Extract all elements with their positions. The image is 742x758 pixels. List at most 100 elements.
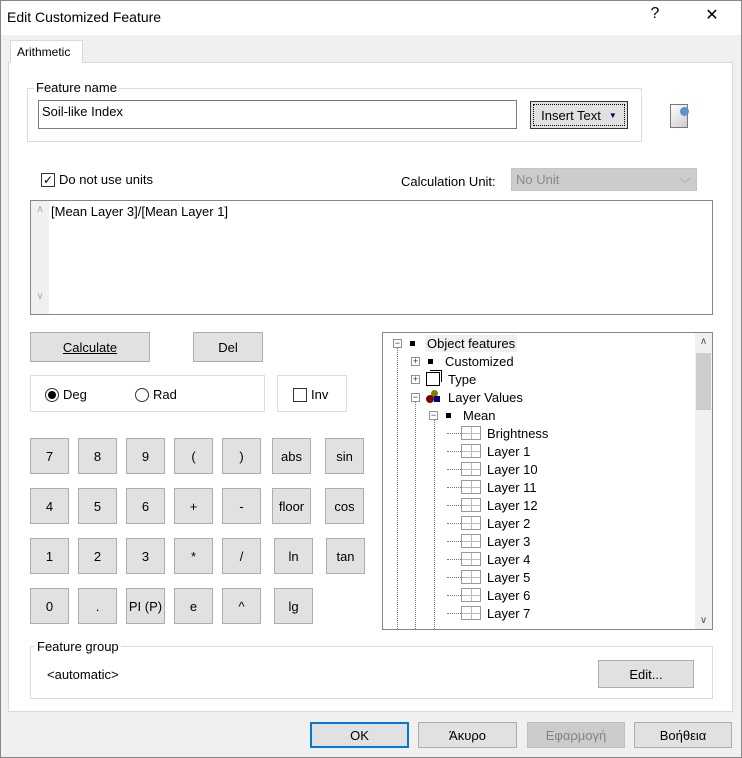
expression-scrollbar[interactable]: ∧ ∨	[31, 201, 49, 314]
tree-connector	[447, 594, 461, 596]
tree-connector	[447, 576, 461, 578]
key-button[interactable]: lg	[274, 588, 313, 624]
key-button[interactable]: .	[78, 588, 117, 624]
key-button[interactable]: tan	[326, 538, 365, 574]
tree-item[interactable]: Layer 1	[447, 442, 532, 460]
key-button[interactable]: 6	[126, 488, 165, 524]
chart-icon	[461, 462, 481, 476]
scroll-down-icon[interactable]: ∨	[695, 615, 712, 626]
rad-radio[interactable]: Rad	[135, 387, 177, 402]
key-button[interactable]: *	[174, 538, 213, 574]
key-button[interactable]: /	[222, 538, 261, 574]
tree-item[interactable]: Layer 7	[447, 604, 532, 622]
do-not-use-units-checkbox[interactable]: ✓ Do not use units	[41, 172, 153, 187]
chart-icon	[461, 516, 481, 530]
insert-text-label: Insert Text	[541, 107, 601, 123]
key-button[interactable]: 7	[30, 438, 69, 474]
tree-item[interactable]: Layer 4	[447, 550, 532, 568]
tree-connector	[447, 432, 461, 434]
tree-item[interactable]: Brightness	[447, 424, 550, 442]
key-button[interactable]: ln	[274, 538, 313, 574]
deg-radio[interactable]: Deg	[45, 387, 87, 402]
key-button[interactable]: +	[174, 488, 213, 524]
feature-tree[interactable]: − Object features + Customized + Type − Layer V…	[382, 332, 713, 630]
key-button[interactable]: 0	[30, 588, 69, 624]
angle-mode-group: Deg Rad	[30, 375, 265, 412]
tree-item[interactable]: Layer 6	[447, 586, 532, 604]
calculation-unit-select[interactable]: No Unit ⌵	[511, 168, 697, 191]
key-button[interactable]: -	[222, 488, 261, 524]
calculate-button[interactable]: Calculate	[30, 332, 150, 362]
tree-item-label: Layer 10	[487, 461, 538, 477]
collapse-icon[interactable]: −	[393, 338, 402, 348]
key-button[interactable]: 5	[78, 488, 117, 524]
key-button[interactable]: floor	[272, 488, 311, 524]
tree-item[interactable]: Layer 11	[447, 478, 539, 496]
calculation-unit-value: No Unit	[516, 172, 560, 187]
insert-text-button[interactable]: Insert Text ▼	[530, 101, 628, 129]
tree-item[interactable]: Layer 3	[447, 532, 532, 550]
key-button[interactable]: PI (P)	[126, 588, 165, 624]
collapse-icon[interactable]: −	[429, 410, 438, 420]
edit-group-button[interactable]: Edit...	[598, 660, 694, 688]
scroll-up-icon[interactable]: ∧	[695, 336, 712, 347]
key-button[interactable]: cos	[325, 488, 364, 524]
rad-label: Rad	[153, 387, 177, 402]
tree-item[interactable]: Layer 5	[447, 568, 532, 586]
key-button[interactable]: 8	[78, 438, 117, 474]
tree-item[interactable]: − Object features	[393, 334, 518, 352]
help-button[interactable]: Βοήθεια	[634, 722, 732, 748]
collapse-icon[interactable]: −	[411, 392, 420, 402]
chart-icon	[461, 534, 481, 548]
tree-item-label: Type	[448, 371, 477, 387]
key-button[interactable]: 4	[30, 488, 69, 524]
tree-item-label: Layer 11	[487, 479, 537, 495]
tree-connector	[447, 504, 461, 506]
key-button[interactable]: e	[174, 588, 213, 624]
key-button[interactable]: 9	[126, 438, 165, 474]
del-button[interactable]: Del	[193, 332, 263, 362]
key-button[interactable]: ^	[222, 588, 261, 624]
help-icon[interactable]: ?	[635, 5, 675, 23]
feature-name-input[interactable]: Soil-like Index	[38, 100, 517, 129]
tree-connector	[447, 558, 461, 560]
expand-icon[interactable]: +	[411, 356, 420, 366]
tree-item[interactable]: Layer 2	[447, 514, 532, 532]
chart-icon	[461, 426, 481, 440]
chart-icon	[461, 588, 481, 602]
expression-editor[interactable]: ∧ ∨ [Mean Layer 3]/[Mean Layer 1]	[30, 200, 713, 315]
expand-icon[interactable]: +	[411, 374, 420, 384]
key-button[interactable]: sin	[325, 438, 364, 474]
apply-button: Εφαρμογή	[527, 722, 625, 748]
calculation-unit-label: Calculation Unit:	[401, 174, 496, 189]
key-button[interactable]: abs	[272, 438, 311, 474]
square-icon	[410, 340, 415, 346]
tree-item[interactable]: − Layer Values	[411, 388, 525, 406]
close-icon[interactable]: ✕	[692, 5, 732, 25]
key-button[interactable]: 1	[30, 538, 69, 574]
tree-item[interactable]: Layer 12	[447, 496, 540, 514]
cancel-button[interactable]: Άκυρο	[418, 722, 517, 748]
key-button[interactable]: 3	[126, 538, 165, 574]
radio-empty-icon	[135, 387, 149, 402]
document-icon[interactable]	[670, 104, 689, 128]
inv-checkbox[interactable]: Inv	[293, 387, 328, 402]
ok-button[interactable]: OK	[310, 722, 409, 748]
key-button[interactable]: 2	[78, 538, 117, 574]
key-button[interactable]: )	[222, 438, 261, 474]
chart-icon	[461, 444, 481, 458]
tree-item[interactable]: + Type	[411, 370, 478, 388]
tree-scrollbar[interactable]: ∧ ∨	[695, 333, 712, 629]
scroll-thumb[interactable]	[696, 353, 711, 410]
tree-item-label: Layer Values	[448, 389, 523, 405]
tab-arithmetic[interactable]: Arithmetic	[10, 40, 83, 63]
key-button[interactable]: (	[174, 438, 213, 474]
tree-item[interactable]: − Mean	[429, 406, 498, 424]
tree-item[interactable]: + Customized	[411, 352, 516, 370]
expression-text: [Mean Layer 3]/[Mean Layer 1]	[51, 204, 229, 219]
chart-icon	[461, 552, 481, 566]
inv-label: Inv	[311, 387, 329, 402]
tree-item-label: Customized	[445, 353, 514, 369]
tree-item[interactable]: Layer 10	[447, 460, 540, 478]
tree-item-label: Layer 12	[487, 497, 538, 513]
